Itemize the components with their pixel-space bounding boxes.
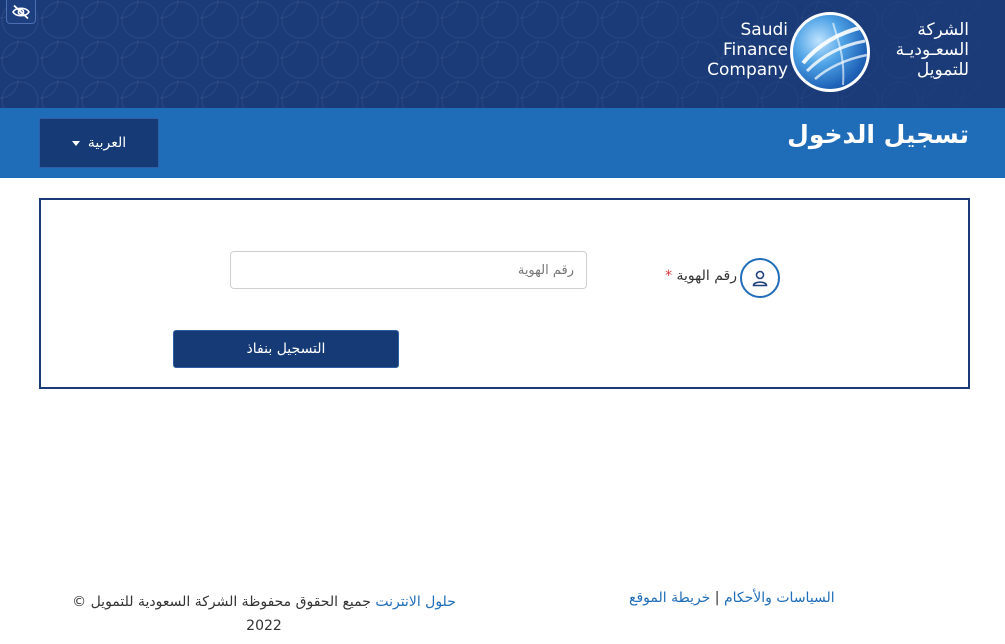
logo-ar-line: السعـوديـة [895,40,969,60]
logo-ar-line: الشركة [917,20,969,40]
company-logo: Saudi Finance Company الشركة السعـوديـة … [704,10,969,94]
user-icon [740,258,780,298]
copyright-text: جميع الحقوق محفوظة الشركة السعودية للتمو… [72,594,371,610]
nafath-login-button[interactable]: التسجيل بنفاذ [173,330,399,368]
page-title: تسجيل الدخول [787,120,969,149]
logo-en-line: Saudi [740,20,789,40]
copyright-year: 2022 [246,618,282,634]
copyright-notice: حلول الانترنت جميع الحقوق محفوظة الشركة … [46,590,482,638]
logo-en-line: Finance [722,40,788,60]
logo-english-text: Saudi Finance Company [704,20,788,80]
language-label: العربية [87,135,127,151]
top-banner: Saudi Finance Company الشركة السعـوديـة … [0,0,1005,108]
policies-link[interactable]: السياسات والأحكام [724,590,835,606]
title-bar: العربية تسجيل الدخول [0,108,1005,178]
internet-solutions-link[interactable]: حلول الانترنت [375,594,456,610]
id-label-text: رقم الهوية [676,268,737,284]
footer-separator: | [714,590,720,606]
globe-logo-icon [790,12,870,92]
footer-links: السياسات والأحكام | خريطة الموقع [629,590,835,606]
accessibility-toggle-button[interactable] [6,0,36,24]
login-form-card: رقم الهوية * التسجيل بنفاذ [39,198,970,389]
language-dropdown-button[interactable]: العربية [39,118,159,168]
national-id-input[interactable] [230,251,587,289]
eye-slash-icon [12,4,30,19]
id-field-label: رقم الهوية * [655,268,737,284]
logo-arabic-text: الشركة السعـوديـة للتمويل [874,20,969,80]
sitemap-link[interactable]: خريطة الموقع [629,590,710,606]
logo-ar-line: للتمويل [916,60,969,80]
caret-down-icon [71,140,80,146]
logo-en-line: Company [707,60,788,80]
required-mark: * [665,268,673,284]
